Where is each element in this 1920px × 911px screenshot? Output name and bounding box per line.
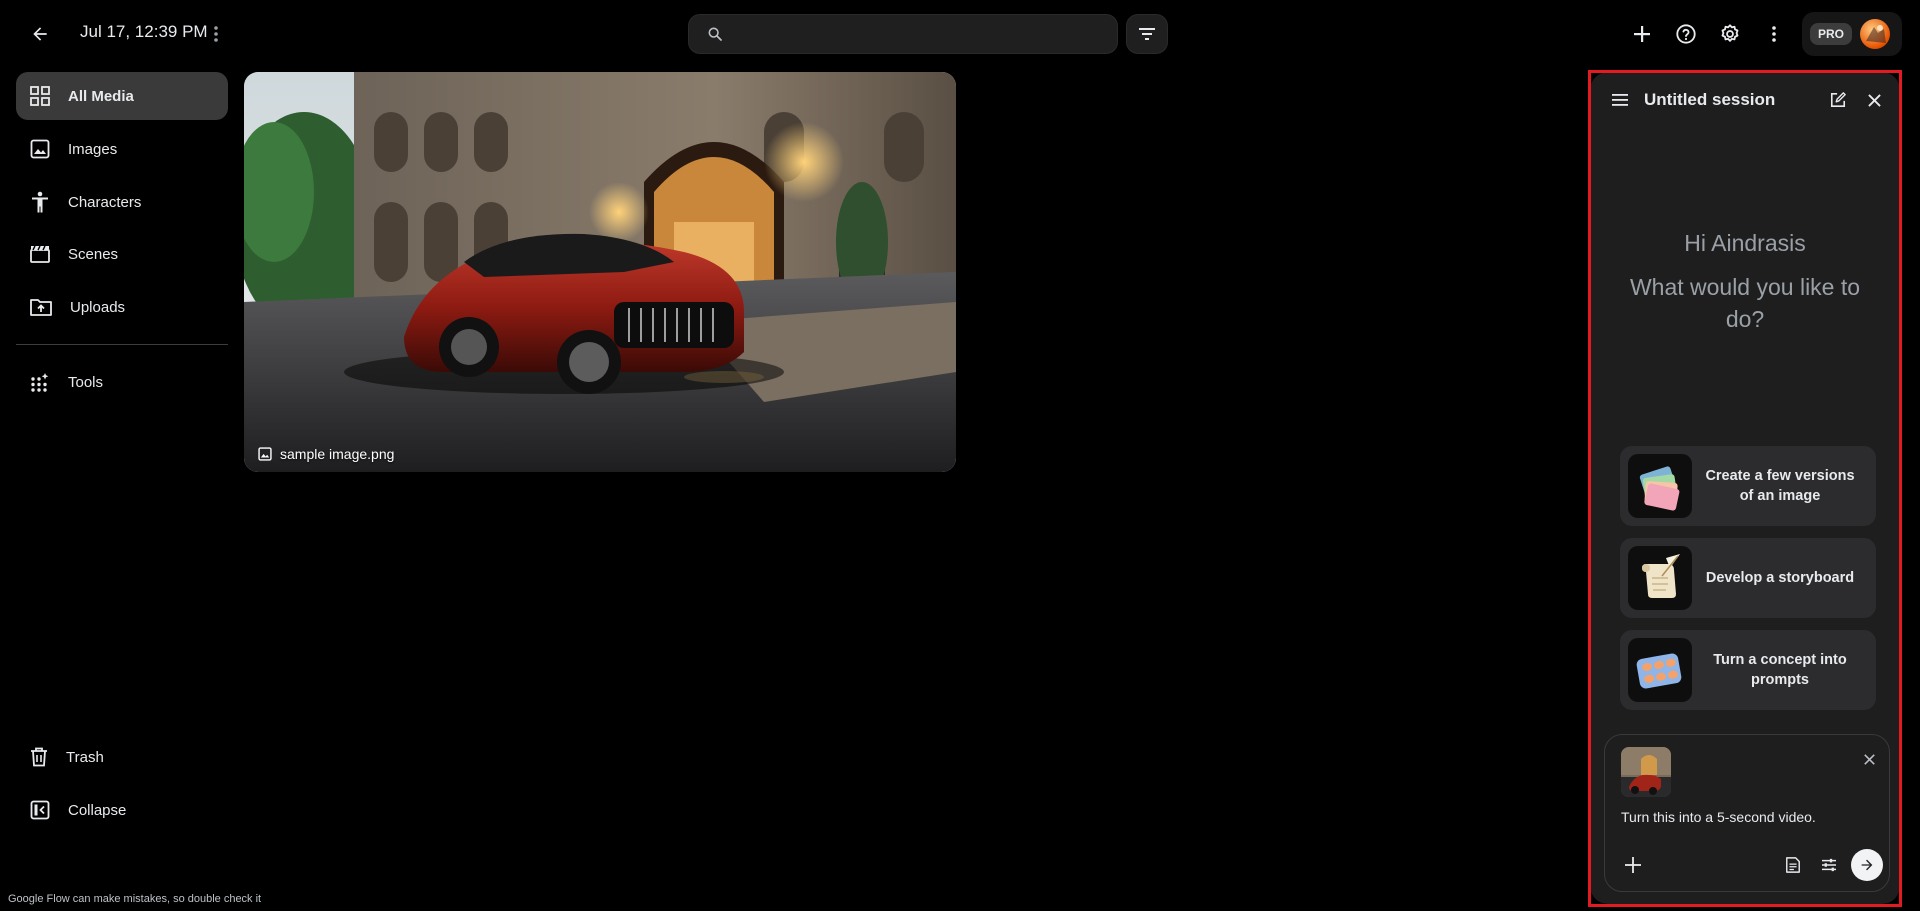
more-vert-icon [214,26,218,42]
search-bar[interactable] [688,14,1118,54]
image-icon [258,447,272,461]
arrow-back-icon [33,27,47,41]
grid-icon [30,86,50,106]
car-photo [244,72,956,472]
suggestion-thumb [1628,546,1692,610]
media-filename: sample image.png [280,446,395,462]
collapse-icon [30,800,50,820]
more-options-button[interactable] [1760,20,1788,48]
greeting-text: Hi Aindrasis [1684,230,1806,256]
back-button[interactable] [24,20,56,48]
greeting-question: What would you like to do? [1629,274,1861,332]
menu-icon [1612,94,1628,106]
plus-icon [1634,26,1650,42]
sidebar-divider [16,344,228,345]
composer-input[interactable]: Turn this into a 5-second video. [1621,809,1816,825]
sidebar-item-characters[interactable]: Characters [16,178,228,226]
attached-image-icon [1621,747,1671,797]
composer-settings-button[interactable] [1817,853,1841,877]
pro-badge: PRO [1810,23,1853,45]
close-icon [1867,93,1881,107]
filter-icon [1139,28,1155,40]
session-menu-button[interactable] [1608,88,1632,112]
assistant-panel: Untitled session Hi Aindrasis What would… [1590,72,1900,904]
greeting-block: Hi Aindrasis What would you like to do? [1590,230,1900,335]
title-more-button[interactable] [204,20,228,48]
account-switcher[interactable]: PRO [1802,12,1902,56]
sidebar-item-label: Images [68,140,118,158]
edit-icon [1830,92,1846,108]
sidebar-item-all-media[interactable]: All Media [16,72,228,120]
pill-pack-icon [1636,653,1682,689]
suggestion-label: Develop a storyboard [1705,570,1855,586]
sidebar-item-label: Collapse [68,801,127,819]
sidebar-item-uploads[interactable]: Uploads [16,283,228,331]
sidebar-item-scenes[interactable]: Scenes [16,230,228,278]
suggestion-storyboard[interactable]: Develop a storyboard [1620,538,1876,618]
search-icon [708,27,722,41]
sidebar-item-collapse[interactable]: Collapse [16,786,228,834]
help-icon [1676,24,1696,44]
gear-icon [1721,24,1739,42]
disclaimer-text: Google Flow can make mistakes, so double… [8,893,262,905]
composer[interactable]: Turn this into a 5-second video. [1604,734,1890,892]
suggestion-thumb [1628,454,1692,518]
stacked-cards-icon [1639,466,1680,511]
search-input[interactable] [735,25,1095,43]
upload-folder-icon [30,299,52,316]
suggestion-label: Create a few versions of an image [1705,468,1855,504]
sidebar-item-label: Uploads [70,298,126,316]
sidebar: All Media Images Characters Scenes Uploa… [0,68,240,911]
top-bar: Jul 17, 12:39 PM PRO [0,0,1920,68]
tune-icon [1822,858,1836,872]
avatar[interactable] [1860,19,1891,49]
media-card[interactable]: sample image.png [244,72,956,472]
close-panel-button[interactable] [1862,88,1886,112]
scroll-quill-icon [1642,554,1680,598]
suggestion-concept-prompts[interactable]: Turn a concept into prompts [1620,630,1876,710]
person-icon [32,191,48,213]
sidebar-item-images[interactable]: Images [16,125,228,173]
note-add-icon [1786,857,1800,873]
close-icon [1863,753,1875,765]
suggestion-thumb [1628,638,1692,702]
clapperboard-icon [30,245,50,263]
filter-button[interactable] [1126,14,1168,54]
avatar-image-icon [1866,25,1887,43]
sidebar-item-tools[interactable]: Tools [16,358,228,406]
image-icon [30,139,50,159]
suggestion-create-versions[interactable]: Create a few versions of an image [1620,446,1876,526]
settings-button[interactable] [1716,20,1744,48]
sidebar-item-label: Tools [68,373,104,391]
trash-icon [31,747,47,767]
arrow-forward-icon [1861,859,1873,871]
project-title: Jul 17, 12:39 PM [80,22,208,41]
panel-header: Untitled session [1590,72,1900,128]
remove-attachment-button[interactable] [1859,749,1879,769]
more-vert-icon [1772,26,1776,42]
suggestion-label: Turn a concept into prompts [1713,652,1847,688]
sidebar-item-trash[interactable]: Trash [16,733,228,781]
new-session-button[interactable] [1826,88,1850,112]
add-button[interactable] [1628,20,1656,48]
tools-grid-icon [31,373,49,392]
sidebar-item-label: Characters [68,193,142,211]
sidebar-item-label: Trash [66,748,104,766]
session-title: Untitled session [1644,90,1776,109]
sidebar-item-label: All Media [68,87,134,105]
sidebar-item-label: Scenes [68,245,119,263]
send-button[interactable] [1851,849,1883,881]
media-caption: sample image.png [258,446,394,462]
plus-icon [1625,857,1641,873]
prompt-library-button[interactable] [1781,853,1805,877]
help-button[interactable] [1672,20,1700,48]
attached-image-thumb[interactable] [1621,747,1671,797]
add-attachment-button[interactable] [1619,851,1647,879]
